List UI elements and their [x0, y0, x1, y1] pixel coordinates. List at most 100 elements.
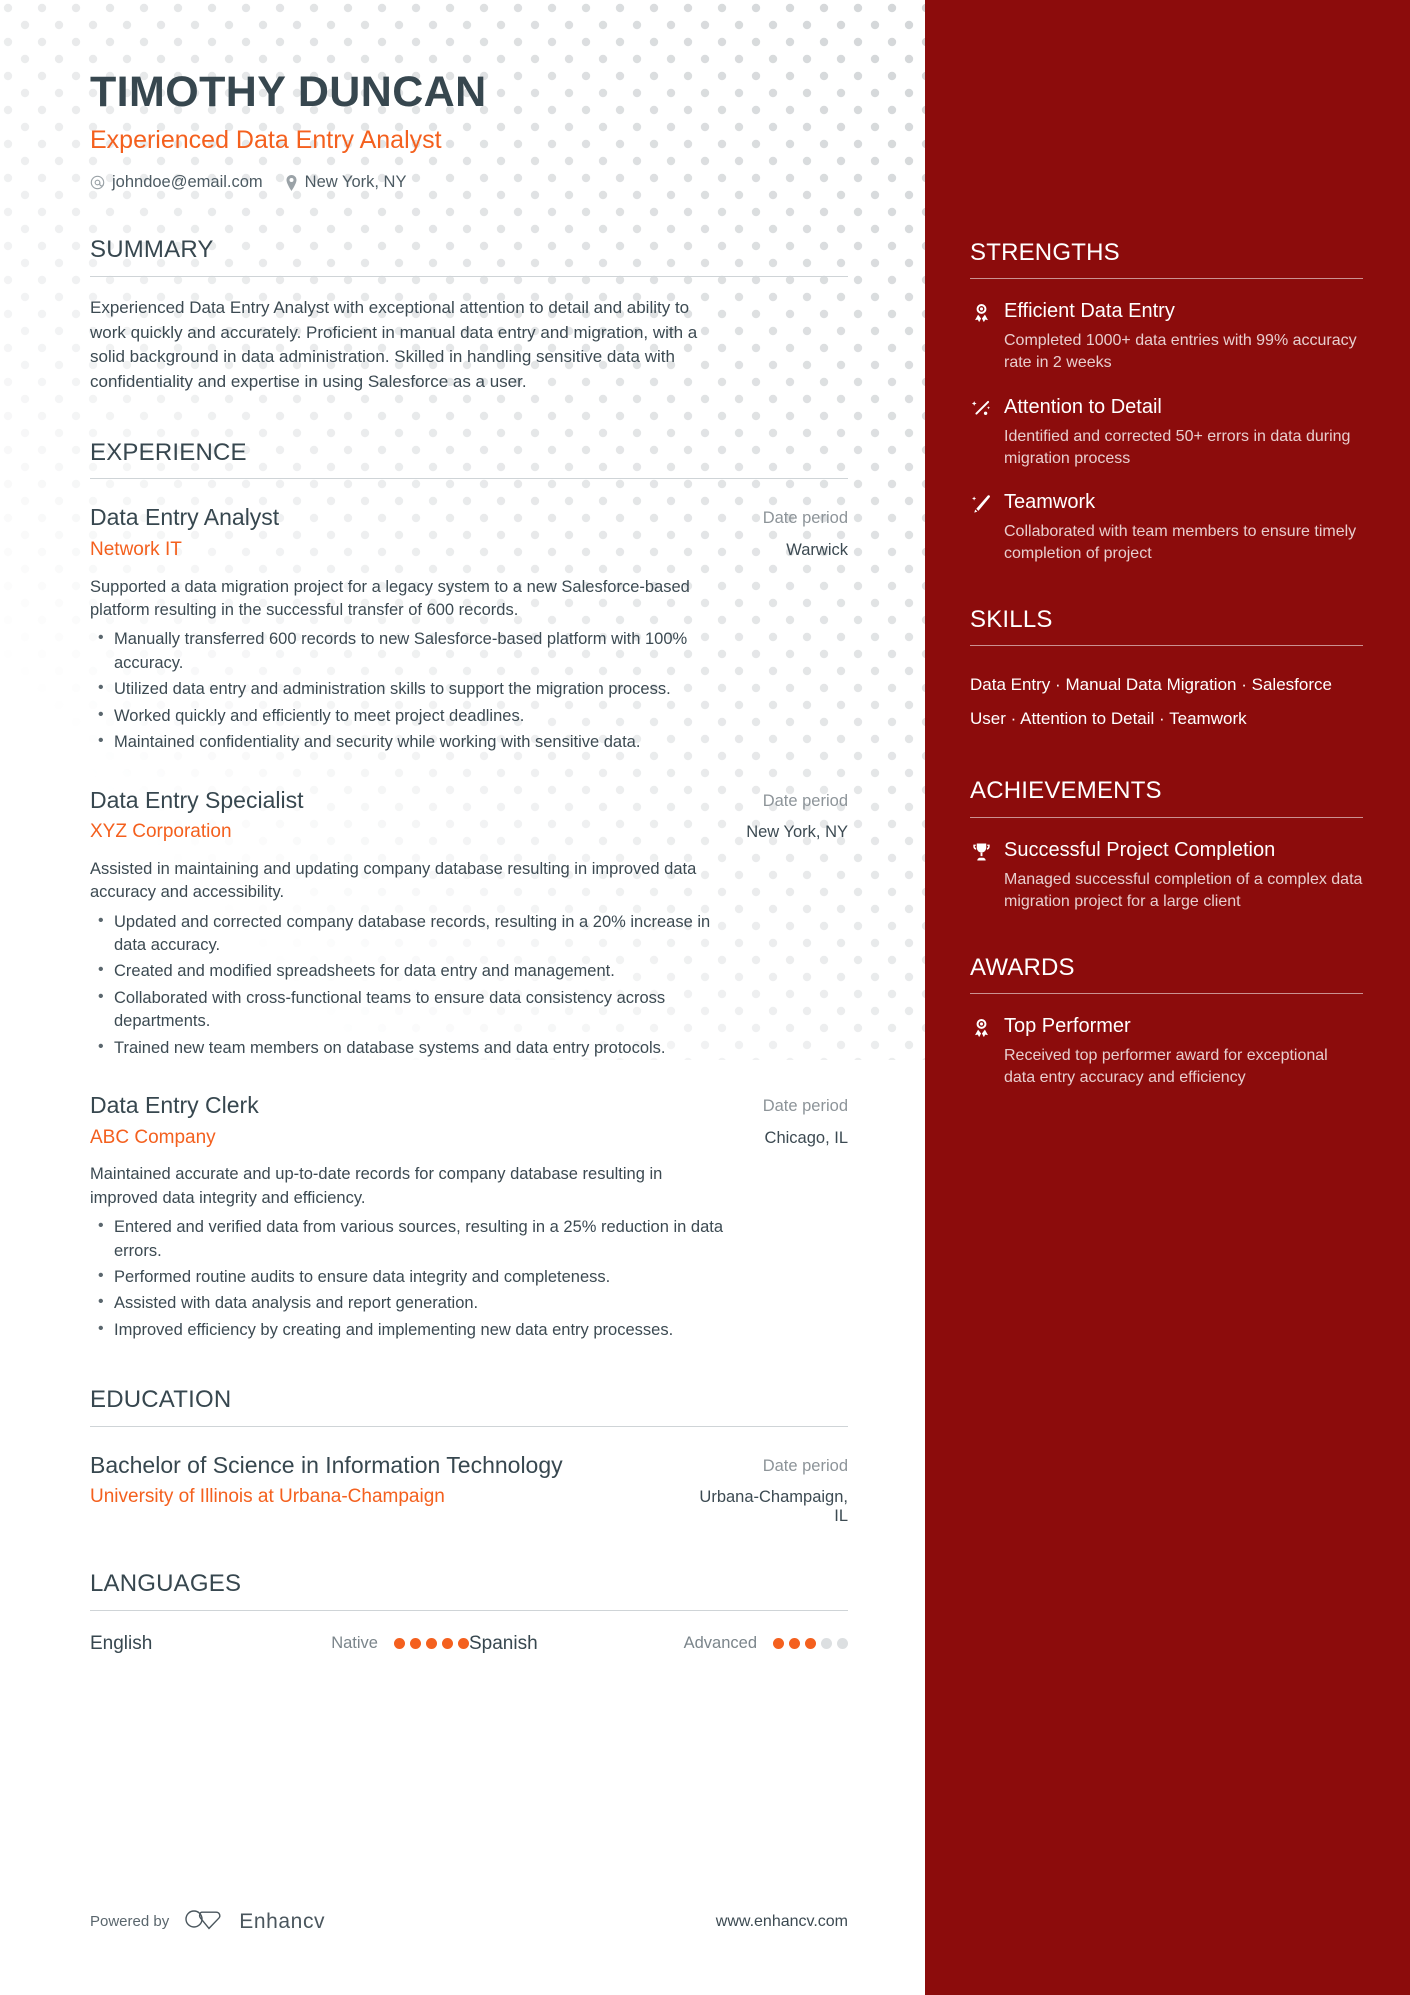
strength-item-desc: Completed 1000+ data entries with 99% ac…	[1004, 332, 1357, 372]
contact-location: New York, NY	[285, 173, 406, 192]
achievements-divider	[970, 816, 1363, 818]
summary-text: Experienced Data Entry Analyst with exce…	[90, 297, 698, 392]
job-location: Warwick	[786, 540, 848, 559]
job-date: Date period	[762, 509, 848, 528]
at-sign-icon	[90, 175, 105, 190]
job-description: Supported a data migration project for a…	[90, 577, 690, 620]
experience-bullet: Assisted with data analysis and report g…	[90, 1291, 730, 1315]
skills-divider	[970, 645, 1363, 647]
language-level: Advanced	[683, 1634, 757, 1653]
awards-list: Top Performer Received top performer awa…	[970, 1014, 1363, 1089]
award-item: Top Performer Received top performer awa…	[970, 1014, 1363, 1089]
experience-entry: Data Entry Clerk Date period ABC Company…	[90, 1091, 848, 1342]
skills-section: SKILLS Data Entry · Manual Data Migratio…	[970, 606, 1363, 736]
strength-item: Attention to Detail Identified and corre…	[970, 395, 1363, 470]
contact-email-text: johndoe@email.com	[112, 173, 263, 192]
education-section: EDUCATION Bachelor of Science in Informa…	[90, 1386, 848, 1527]
achievements-section: ACHIEVEMENTS Successful Project Completi…	[970, 777, 1363, 913]
job-company: ABC Company	[90, 1126, 216, 1148]
magic-sparkle-icon	[970, 395, 992, 470]
experience-title: EXPERIENCE	[90, 439, 247, 467]
job-description: Maintained accurate and up-to-date recor…	[90, 1165, 663, 1207]
experience-section: EXPERIENCE Data Entry Analyst Date perio…	[90, 439, 848, 1342]
strengths-section: STRENGTHS Efficient Data Entry Completed…	[970, 239, 1363, 565]
proficiency-dot	[789, 1638, 800, 1650]
summary-title: SUMMARY	[90, 236, 214, 264]
education-title: EDUCATION	[90, 1386, 232, 1414]
strength-item-desc: Collaborated with team members to ensure…	[1004, 522, 1357, 562]
brand-name: Enhancv	[239, 1909, 326, 1933]
strengths-title: STRENGTHS	[970, 239, 1120, 266]
proficiency-dot	[821, 1638, 832, 1650]
strength-item-title: Teamwork	[1004, 490, 1096, 513]
sidebar: STRENGTHS Efficient Data Entry Completed…	[925, 0, 1410, 1995]
job-date: Date period	[762, 791, 848, 810]
job-location: Chicago, IL	[764, 1128, 848, 1147]
job-location: New York, NY	[746, 823, 848, 842]
experience-bullet: Manually transferred 600 records to new …	[90, 627, 730, 675]
strength-item-title: Attention to Detail	[1004, 395, 1162, 418]
contact-row: johndoe@email.com New York, NY	[90, 173, 848, 192]
language-name: English	[90, 1632, 153, 1654]
strengths-list: Efficient Data Entry Completed 1000+ dat…	[970, 299, 1363, 564]
skill-tag: Teamwork	[1169, 709, 1247, 729]
language-proficiency-dots	[773, 1638, 848, 1650]
award-item-title: Top Performer	[1004, 1015, 1131, 1038]
professional-headline: Experienced Data Entry Analyst	[90, 126, 442, 155]
education-entry: Bachelor of Science in Information Techn…	[90, 1451, 848, 1527]
proficiency-dot	[773, 1638, 784, 1650]
language-item: Spanish Advanced	[469, 1633, 848, 1655]
experience-bullet: Maintained confidentiality and security …	[90, 730, 730, 754]
languages-title: LANGUAGES	[90, 1570, 242, 1598]
proficiency-dot	[805, 1638, 816, 1650]
experience-list: Data Entry Analyst Date period Network I…	[90, 503, 848, 1342]
award-rosette-icon	[970, 299, 992, 374]
proficiency-dot	[458, 1638, 469, 1650]
skill-separator: ·	[1241, 675, 1247, 695]
skills-text: Data Entry · Manual Data Migration · Sal…	[970, 668, 1363, 736]
experience-entry: Data Entry Specialist Date period XYZ Co…	[90, 786, 848, 1061]
language-name: Spanish	[469, 1632, 538, 1654]
map-pin-icon	[285, 174, 298, 191]
resume-page: TIMOTHY DUNCAN Experienced Data Entry An…	[0, 0, 1410, 1995]
experience-divider	[90, 478, 848, 480]
skill-tag: Manual Data Migration	[1065, 675, 1237, 695]
awards-section: AWARDS Top Performer Received top perfor…	[970, 954, 1363, 1090]
language-level: Native	[331, 1634, 378, 1653]
achievements-list: Successful Project Completion Managed su…	[970, 838, 1363, 913]
education-divider	[90, 1425, 848, 1427]
strength-item-desc: Identified and corrected 50+ errors in d…	[1004, 427, 1351, 467]
summary-section: SUMMARY Experienced Data Entry Analyst w…	[90, 237, 848, 395]
footer: Powered by Enhancv www.enhancv.com	[90, 1908, 848, 1935]
experience-bullet: Performed routine audits to ensure data …	[90, 1265, 730, 1289]
skill-separator: ·	[1010, 709, 1017, 729]
languages-divider	[90, 1609, 848, 1611]
achievement-item-desc: Managed successful completion of a compl…	[1004, 870, 1363, 910]
proficiency-dot	[442, 1638, 453, 1650]
skill-separator: ·	[1159, 709, 1165, 729]
achievement-item-title: Successful Project Completion	[1004, 838, 1276, 861]
languages-section: LANGUAGES English Native Spanish Advance…	[90, 1570, 848, 1655]
proficiency-dot	[394, 1638, 405, 1650]
trophy-icon	[970, 838, 992, 913]
degree-date: Date period	[762, 1456, 848, 1475]
site-url[interactable]: www.enhancv.com	[716, 1913, 848, 1931]
skill-separator: ·	[1055, 675, 1061, 695]
job-company: Network IT	[90, 538, 182, 560]
experience-bullet-list: Updated and corrected company database r…	[90, 910, 848, 1061]
proficiency-dot	[410, 1638, 421, 1650]
experience-bullet-list: Manually transferred 600 records to new …	[90, 627, 848, 754]
skill-tag: Data Entry	[970, 675, 1051, 695]
school-name: University of Illinois at Urbana-Champai…	[90, 1486, 445, 1508]
summary-divider	[90, 275, 848, 277]
experience-entry: Data Entry Analyst Date period Network I…	[90, 503, 848, 754]
achievement-item: Successful Project Completion Managed su…	[970, 838, 1363, 913]
contact-email[interactable]: johndoe@email.com	[90, 173, 263, 192]
experience-bullet: Trained new team members on database sys…	[90, 1036, 730, 1060]
strength-item: Teamwork Collaborated with team members …	[970, 490, 1363, 565]
language-item: English Native	[90, 1633, 469, 1655]
skill-tag: Attention to Detail	[1020, 709, 1155, 729]
page-title: TIMOTHY DUNCAN	[90, 68, 487, 116]
proficiency-dot	[837, 1638, 848, 1650]
magic-wand-icon	[970, 490, 992, 565]
